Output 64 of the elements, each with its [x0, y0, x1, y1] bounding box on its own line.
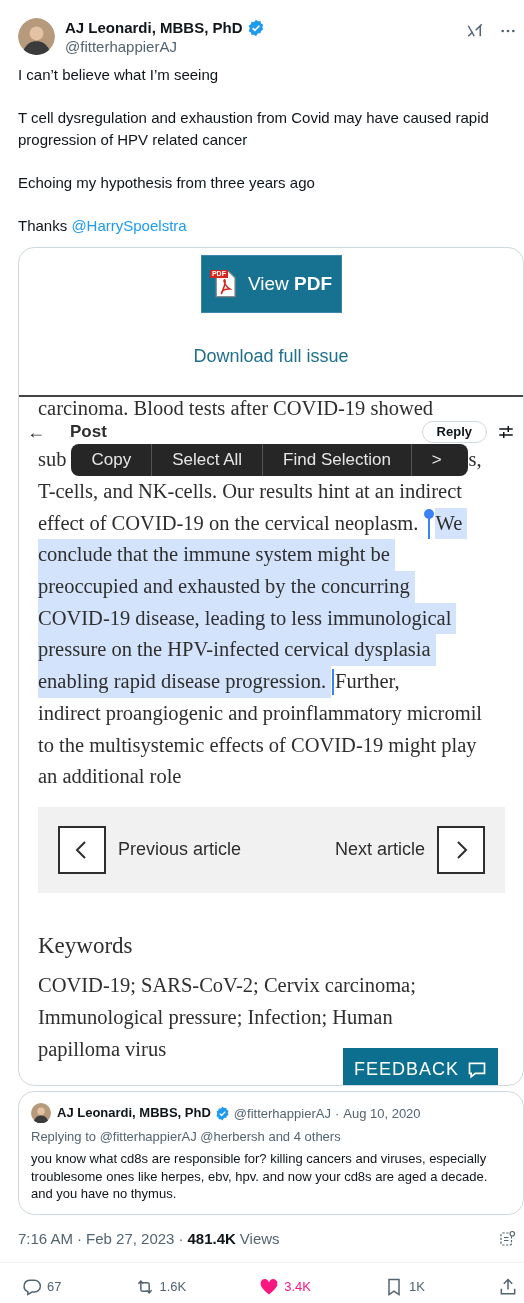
menu-item[interactable]: Find Selection [263, 444, 412, 476]
selected-text: enabling rapid disease progression. [38, 666, 332, 698]
post-date: Feb 27, 2023 [86, 1228, 175, 1249]
article-text: Further, [335, 669, 401, 695]
bookmark-button[interactable]: 1K [384, 1277, 425, 1297]
like-button[interactable]: 3.4K [259, 1277, 312, 1297]
selection-handle [424, 508, 435, 539]
tweet-text: T cell dysregulation and exhaustion from Covid may have caused rapid progression of HPV related cancer [18, 108, 490, 150]
share-icon [498, 1277, 518, 1297]
author-name: AJ Leonardi, MBBS, PhD [57, 1104, 211, 1122]
view-count: 481.4K [187, 1228, 236, 1249]
share-button[interactable] [498, 1277, 518, 1297]
keywords-text: Immunological pressure; Infection; Human [38, 1005, 393, 1031]
article-text: an additional role [38, 764, 183, 790]
menu-item[interactable]: Copy [71, 444, 153, 476]
avatar-icon[interactable] [18, 18, 55, 55]
article-text: s, [468, 447, 483, 473]
tweet-text: Thanks @HarrySpoelstra [18, 216, 188, 236]
selected-text: COVID-19 disease, leading to less immunological [38, 602, 457, 635]
tweet-text: I can’t believe what I’m seeing [18, 65, 220, 85]
keywords-heading: Keywords [38, 931, 133, 960]
download-link[interactable]: Download full issue [193, 343, 349, 370]
selected-text: We [435, 507, 468, 540]
author-handle[interactable]: @fitterhappierAJ [65, 37, 466, 56]
more-options-button[interactable]: > [411, 444, 462, 476]
post-date: Aug 10, 2020 [343, 1104, 421, 1123]
article-text: T-cells, and NK-cells. Our results hint at an indirect [38, 479, 463, 504]
reply-button[interactable]: Reply [421, 421, 487, 443]
selected-text: pressure on the HPV-infected cervical dysplasia [38, 634, 436, 667]
article-text: to the multisystemic effects of COVID-19 might play [38, 732, 478, 759]
reply-button[interactable]: 67 [22, 1277, 62, 1297]
notes-icon[interactable] [498, 1230, 516, 1248]
next-button[interactable] [437, 825, 485, 874]
article-text: sub [38, 447, 68, 473]
tweet-text: Echoing my hypothesis from three years ago [18, 173, 316, 193]
previous-article-link[interactable]: Previous article [118, 836, 242, 864]
article-text: carcinoma. Blood tests after COVID-19 showed [38, 397, 435, 420]
avatar-icon[interactable] [31, 1103, 51, 1123]
quoted-post[interactable] [18, 1091, 524, 1215]
repost-button[interactable]: 1.6K [134, 1277, 187, 1297]
article-text: indirect proangiogenic and proinflammatory micromil [38, 700, 484, 727]
sliders-icon[interactable] [497, 423, 515, 441]
post-time: 7:16 AM [18, 1228, 74, 1249]
author-name[interactable]: AJ Leonardi, MBBS, PhD [65, 18, 243, 37]
selection-handle [332, 668, 335, 695]
previous-button[interactable] [58, 825, 106, 874]
separator-dot: · [178, 1228, 184, 1249]
next-article-link[interactable]: Next article [334, 836, 425, 864]
reply-icon [22, 1277, 42, 1297]
keywords-text: papilloma virus [38, 1037, 167, 1063]
author-handle: @fitterhappierAJ [233, 1104, 331, 1123]
page-title: Post [70, 422, 108, 442]
separator-dot: · [334, 1104, 340, 1123]
article-text: effect of COVID-19 on the cervical neoplasm. [38, 510, 420, 537]
selected-text: preoccupied and exhausted by the concurring [38, 571, 415, 603]
separator-dot: · [77, 1228, 83, 1249]
selected-text: conclude that the immune system might be [38, 539, 395, 572]
feedback-button[interactable]: FEEDBACK [343, 1048, 498, 1085]
replying-to-text: Replying to @fitterhappierAJ @herbersh and 4 others [31, 1128, 342, 1146]
keywords-text: COVID-19; SARS-CoV-2; Cervix carcinoma; [38, 973, 416, 999]
back-arrow[interactable]: ← [27, 422, 70, 442]
views-label: Views [239, 1228, 281, 1249]
quoted-text: you know what cd8s are responsible for? killing cancers and viruses, especially troublesome ones like herpes, ebv, hpv. and now your cd8s are aged a decade. and you have no thymus. [31, 1150, 489, 1203]
menu-item[interactable]: Select All [152, 444, 264, 476]
